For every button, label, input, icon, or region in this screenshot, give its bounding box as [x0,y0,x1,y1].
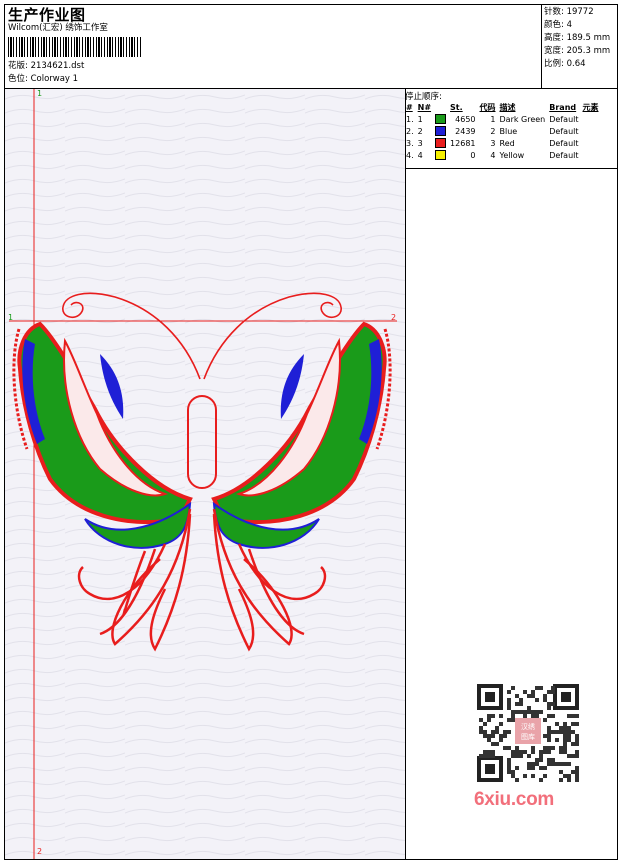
watermark-logo: 6xiu.com [474,789,554,810]
marker-top: 1 [37,89,43,98]
studio-name: Wilcom(汇宏) 绣饰工作室 [8,23,108,33]
table-row: 4. 4 0 4 Yellow Default [406,150,579,160]
qr-code: 汉绣 图库 [471,680,583,784]
table-row: 2. 2 2439 2 Blue Default [406,126,579,136]
design-width: 宽度: 205.3 mm [544,46,611,56]
color-sequence-table: # N# St. 代码 描述 Brand 元素 1. 1 4650 1 Dark… [404,101,601,161]
marker-left: 1 [8,313,14,322]
color-swatch [435,138,447,148]
seal-text-top: 汉绣 [521,722,535,731]
design-file: 花版: 2134621.dst [8,61,85,71]
table-rule [405,168,618,169]
table-row: 3. 3 12681 3 Red Default [406,138,579,148]
color-swatch [435,114,447,124]
header-divider [541,4,542,88]
canvas-divider [405,89,406,859]
marker-bottom: 2 [37,847,43,856]
seal-text-bottom: 图库 [521,732,535,741]
marker-right: 2 [391,313,397,322]
design-scale: 比例: 0.64 [544,59,586,69]
stitch-count: 针数: 19772 [544,7,594,17]
barcode [8,37,142,57]
stats-panel: 针数: 19772 颜色: 4 高度: 189.5 mm 宽度: 205.3 m… [544,6,616,71]
butterfly-embroidery [5,89,405,859]
design-height: 高度: 189.5 mm [544,33,611,43]
colorway: 色位: Colorway 1 [8,74,79,84]
design-canvas: 1 1 2 2 [5,89,405,859]
table-row: 1. 1 4650 1 Dark Green Default [406,114,579,124]
page-title: 生产作业图 [8,6,86,24]
color-count: 颜色: 4 [544,20,572,30]
color-swatch [435,150,447,160]
color-swatch [435,126,447,136]
table-header-row: # N# St. 代码 描述 Brand 元素 [406,102,599,112]
